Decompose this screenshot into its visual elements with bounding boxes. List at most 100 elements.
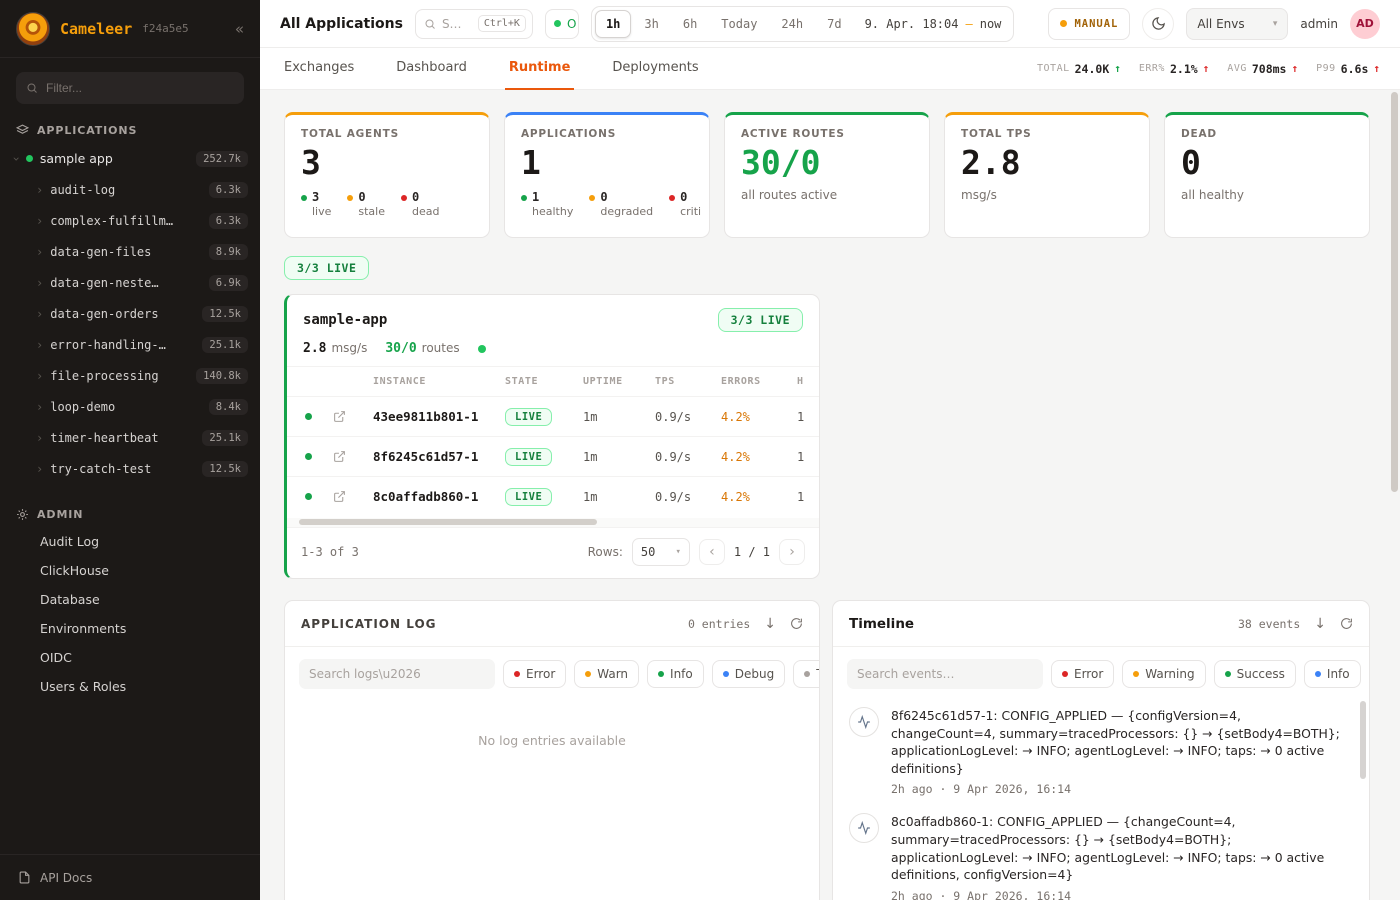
horizontal-scrollbar[interactable] bbox=[287, 518, 819, 527]
range-1h[interactable]: 1h bbox=[595, 10, 631, 38]
tree-item-count: 25.1k bbox=[202, 337, 248, 353]
event-message: 8f6245c61d57-1: CONFIG_APPLIED — {config… bbox=[891, 707, 1349, 777]
refresh-icon[interactable] bbox=[1340, 617, 1353, 630]
range-today[interactable]: Today bbox=[710, 10, 768, 38]
sidebar-collapse-button[interactable]: « bbox=[235, 20, 244, 38]
timeline-filter-error[interactable]: Error bbox=[1051, 660, 1114, 688]
tree-item-count: 12.5k bbox=[202, 461, 248, 477]
range-3h[interactable]: 3h bbox=[633, 10, 669, 38]
range-24h[interactable]: 24h bbox=[770, 10, 814, 38]
table-row[interactable]: 43ee9811b801-1 LIVE 1m 0.9/s 4.2% 1 bbox=[287, 396, 820, 436]
card-title: DEAD bbox=[1181, 128, 1353, 140]
tree-item-data-gen-orders[interactable]: › data-gen-orders 12.5k bbox=[0, 298, 260, 329]
search-shortcut-badge: Ctrl+K bbox=[478, 15, 526, 32]
tree-item-count: 140.8k bbox=[196, 368, 248, 384]
timeline-search-input[interactable] bbox=[847, 659, 1043, 689]
next-page-button[interactable]: › bbox=[779, 539, 805, 565]
sidebar-item-clickhouse[interactable]: ClickHouse bbox=[0, 556, 260, 585]
tree-item-data-gen-nested[interactable]: › data-gen-neste… 6.9k bbox=[0, 267, 260, 298]
log-filter-warn[interactable]: Warn bbox=[574, 660, 639, 688]
app-tps-stat: 2.8 msg/s bbox=[303, 341, 367, 356]
download-icon[interactable]: ↓ bbox=[764, 616, 776, 632]
dark-mode-toggle[interactable] bbox=[1142, 8, 1174, 40]
application-log-panel: APPLICATION LOG 0 entries ↓ Error Warn I… bbox=[284, 600, 820, 900]
tree-item-file-processing[interactable]: › file-processing 140.8k bbox=[0, 360, 260, 391]
log-filter-debug[interactable]: Debug bbox=[712, 660, 785, 688]
timeline-scrollbar-thumb[interactable] bbox=[1360, 701, 1366, 779]
api-docs-link[interactable]: API Docs bbox=[0, 854, 260, 900]
tree-item-loop-demo[interactable]: › loop-demo 8.4k bbox=[0, 391, 260, 422]
extra-value: 1 bbox=[797, 490, 820, 504]
log-filter-error[interactable]: Error bbox=[503, 660, 566, 688]
instances-table: INSTANCE STATE UPTIME TPS ERRORS H 43ee9… bbox=[287, 366, 820, 516]
environment-select[interactable]: All Envs ▾ bbox=[1186, 8, 1288, 40]
sidebar-item-audit-log[interactable]: Audit Log bbox=[0, 527, 260, 556]
log-filter-info[interactable]: Info bbox=[647, 660, 704, 688]
range-6h[interactable]: 6h bbox=[672, 10, 708, 38]
amber-dot bbox=[347, 195, 353, 201]
tree-item-label: complex-fulfillm… bbox=[50, 214, 173, 228]
external-link-icon[interactable] bbox=[333, 410, 346, 423]
external-link-icon[interactable] bbox=[333, 490, 346, 503]
sidebar-filter[interactable] bbox=[16, 72, 244, 104]
blue-dot bbox=[723, 671, 729, 677]
log-entries-count: 0 entries bbox=[688, 617, 750, 631]
card-total-agents: TOTAL AGENTS 3 3live 0stale 0dead bbox=[284, 112, 490, 238]
col-extra: H bbox=[797, 376, 820, 387]
tree-item-count: 12.5k bbox=[202, 306, 248, 322]
tree-item-data-gen-files[interactable]: › data-gen-files 8.9k bbox=[0, 236, 260, 267]
app-card-title: sample-app bbox=[303, 312, 387, 328]
horizontal-scrollbar-thumb[interactable] bbox=[299, 519, 597, 525]
refresh-icon[interactable] bbox=[790, 617, 803, 630]
tree-root-label: sample app bbox=[40, 151, 113, 166]
breakdown-dead: 0dead bbox=[401, 190, 439, 218]
caret-down-icon: ▾ bbox=[675, 547, 680, 557]
page-scrollbar-thumb[interactable] bbox=[1391, 92, 1398, 492]
external-link-icon[interactable] bbox=[333, 450, 346, 463]
tree-item-timer-heartbeat[interactable]: › timer-heartbeat 25.1k bbox=[0, 422, 260, 453]
tree-item-complex-fulfillment[interactable]: › complex-fulfillm… 6.3k bbox=[0, 205, 260, 236]
gray-dot bbox=[804, 671, 810, 677]
avatar[interactable]: AD bbox=[1350, 9, 1380, 39]
connection-status-chip[interactable]: O bbox=[545, 9, 579, 39]
timeline-filter-success[interactable]: Success bbox=[1214, 660, 1296, 688]
tab-exchanges[interactable]: Exchanges bbox=[280, 48, 358, 90]
tree-item-error-handling[interactable]: › error-handling-… 25.1k bbox=[0, 329, 260, 360]
rows-per-page-select[interactable]: 50 ▾ bbox=[632, 538, 690, 566]
range-7d[interactable]: 7d bbox=[816, 10, 852, 38]
tree-item-try-catch-test[interactable]: › try-catch-test 12.5k bbox=[0, 453, 260, 484]
tree-item-audit-log[interactable]: › audit-log 6.3k bbox=[0, 174, 260, 205]
manual-refresh-button[interactable]: MANUAL bbox=[1048, 8, 1130, 40]
tree-item-count: 8.9k bbox=[209, 244, 248, 260]
timeline-event[interactable]: 8c0affadb860-1: CONFIG_APPLIED — {change… bbox=[849, 813, 1349, 900]
activity-icon bbox=[857, 821, 871, 835]
sidebar-item-environments[interactable]: Environments bbox=[0, 614, 260, 643]
tab-runtime[interactable]: Runtime bbox=[505, 48, 575, 90]
sidebar-filter-input[interactable] bbox=[46, 81, 234, 95]
breakdown-stale: 0stale bbox=[347, 190, 385, 218]
tab-dashboard[interactable]: Dashboard bbox=[392, 48, 471, 90]
global-search[interactable]: S… Ctrl+K bbox=[415, 9, 533, 39]
log-search-input[interactable] bbox=[299, 659, 495, 689]
tree-item-label: try-catch-test bbox=[50, 462, 151, 476]
table-row[interactable]: 8c0affadb860-1 LIVE 1m 0.9/s 4.2% 1 bbox=[287, 476, 820, 516]
sidebar-item-database[interactable]: Database bbox=[0, 585, 260, 614]
app-version: f24a5e5 bbox=[142, 22, 188, 35]
card-title: APPLICATIONS bbox=[521, 128, 693, 140]
tab-deployments[interactable]: Deployments bbox=[608, 48, 702, 90]
sidebar-item-users-roles[interactable]: Users & Roles bbox=[0, 672, 260, 701]
timeline-event[interactable]: 8f6245c61d57-1: CONFIG_APPLIED — {config… bbox=[849, 707, 1349, 796]
download-icon[interactable]: ↓ bbox=[1314, 616, 1326, 632]
prev-page-button[interactable]: ‹ bbox=[699, 539, 725, 565]
table-row[interactable]: 8f6245c61d57-1 LIVE 1m 0.9/s 4.2% 1 bbox=[287, 436, 820, 476]
tree-root-sample-app[interactable]: › sample app 252.7k bbox=[0, 143, 260, 174]
gear-icon bbox=[16, 508, 29, 521]
timeline-events-count: 38 events bbox=[1238, 617, 1300, 631]
sidebar-item-oidc[interactable]: OIDC bbox=[0, 643, 260, 672]
kpi-value: 2.1% bbox=[1170, 62, 1198, 76]
timeline-filter-info[interactable]: Info bbox=[1304, 660, 1361, 688]
log-filter-trace[interactable]: Trace bbox=[793, 660, 820, 688]
card-value: 0 bbox=[1181, 144, 1353, 182]
timeline-filter-warning[interactable]: Warning bbox=[1122, 660, 1205, 688]
admin-section-label: ADMIN bbox=[37, 508, 83, 521]
